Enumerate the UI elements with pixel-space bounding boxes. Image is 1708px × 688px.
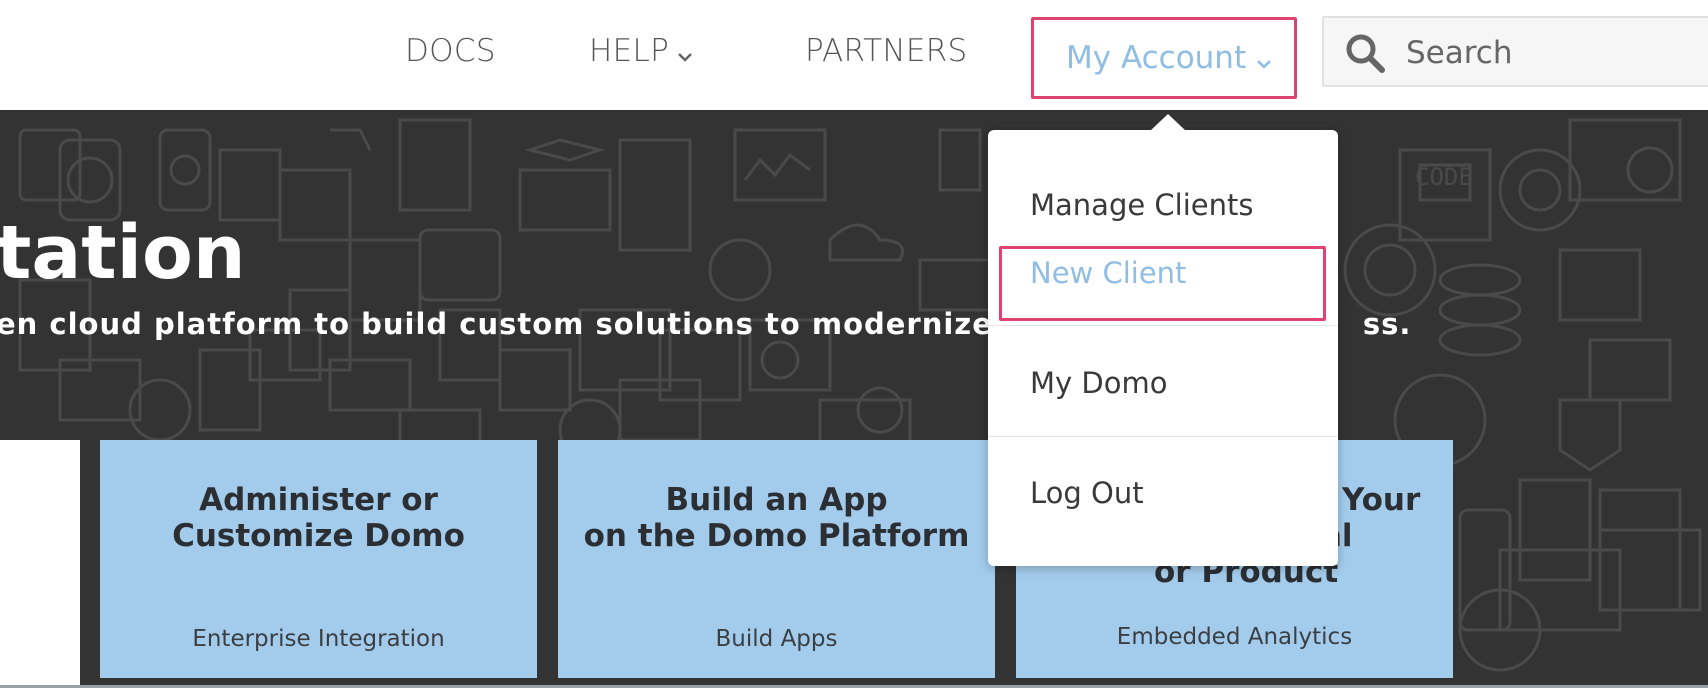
nav-partners-link[interactable]: PARTNERS	[805, 30, 968, 72]
menu-item-manage-clients[interactable]: Manage Clients	[988, 175, 1338, 235]
hero-title: tation	[0, 210, 246, 296]
dropdown-pointer	[1150, 114, 1186, 131]
chevron-down-icon	[1256, 22, 1272, 98]
nav-help-menu[interactable]: HELP	[589, 30, 693, 72]
svg-text:CODE: CODE	[1415, 163, 1473, 191]
account-dropdown-menu: Manage Clients New Client My Domo Log Ou…	[988, 130, 1338, 566]
my-account-menu[interactable]: My Account	[1031, 17, 1297, 99]
card-title: Build an App on the Domo Platform	[583, 482, 970, 554]
menu-item-my-domo[interactable]: My Domo	[988, 353, 1338, 413]
menu-item-new-client[interactable]: New Client	[988, 243, 1338, 303]
card-title: Administer or Customize Domo	[172, 482, 465, 554]
search-icon[interactable]	[1344, 32, 1386, 79]
search-input[interactable]	[1404, 30, 1708, 76]
my-account-label: My Account	[1066, 40, 1247, 76]
nav-help-label: HELP	[589, 33, 670, 69]
hero-banner: CODE tation en cloud platform to build c…	[0, 110, 1708, 688]
chevron-down-icon	[677, 32, 693, 74]
menu-divider	[988, 325, 1338, 326]
card-subtitle: Enterprise Integration	[192, 626, 445, 652]
menu-divider	[988, 436, 1338, 437]
card-subtitle: Embedded Analytics	[1116, 624, 1353, 650]
search-box	[1322, 16, 1708, 87]
card-title-fragment: Your	[1342, 482, 1421, 518]
card-subtitle: Build Apps	[715, 626, 838, 652]
hero-subtitle-text: en cloud platform to build custom soluti…	[0, 307, 993, 341]
white-panel	[0, 440, 80, 688]
hero-subtitle-tail: ss.	[1362, 307, 1412, 341]
menu-item-log-out[interactable]: Log Out	[988, 463, 1338, 523]
top-navigation-bar: DOCS HELP PARTNERS My Account	[0, 0, 1708, 110]
card-administer[interactable]: Administer or Customize Domo Enterprise …	[100, 440, 537, 678]
nav-docs-link[interactable]: DOCS	[405, 30, 496, 72]
card-build-app[interactable]: Build an App on the Domo Platform Build …	[558, 440, 995, 678]
